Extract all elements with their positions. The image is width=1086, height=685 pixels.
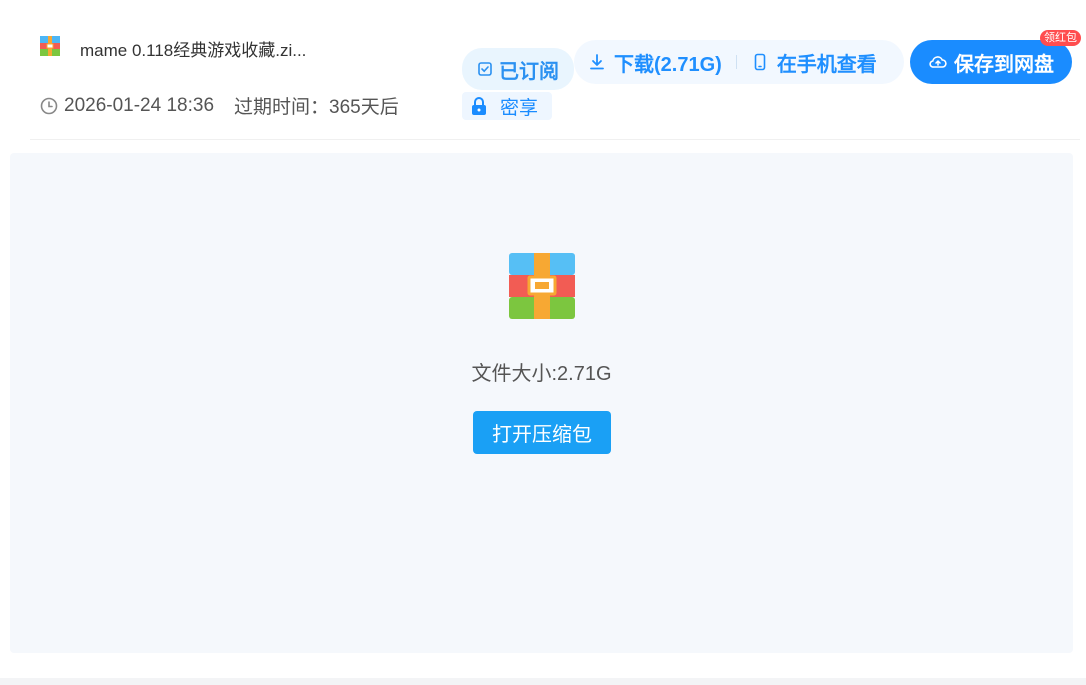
phone-view-button[interactable]: 在手机查看 [751,48,877,77]
subscribed-label: 已订阅 [499,60,559,83]
timestamp-group: 2026-01-24 18:36 [40,95,214,117]
meta-row: 2026-01-24 18:36 过期时间：365天后 [40,92,399,119]
red-packet-badge[interactable]: 领红包 [1040,30,1081,46]
lock-label: 密享 [500,97,539,119]
preview-panel: 文件大小:2.71G 打开压缩包 [10,153,1073,653]
lock-icon [472,97,486,115]
save-to-drive-button[interactable]: 保存到网盘 [910,40,1072,84]
save-label: 保存到网盘 [954,53,1054,76]
bookmark-check-icon [478,62,492,76]
file-name: mame 0.118经典游戏收藏.zi... [80,41,307,60]
private-share-tag: 密享 [462,92,552,120]
cloud-upload-icon [929,56,947,68]
footer-strip [0,678,1086,685]
zip-archive-icon [40,36,60,56]
phone-view-label: 在手机查看 [776,53,877,76]
file-size: 文件大小:2.71G [471,363,612,385]
download-icon [590,54,604,70]
open-archive-button[interactable]: 打开压缩包 [473,411,611,454]
separator [735,55,737,69]
download-button[interactable]: 下载(2.71G) [588,48,722,77]
action-group: 下载(2.71G) 在手机查看 [574,40,904,84]
share-page: mame 0.118经典游戏收藏.zi... 2026-01-24 18:36 … [0,0,1086,685]
clock-icon [40,97,58,114]
zip-archive-large-icon [509,253,575,319]
divider [30,139,1080,140]
expiry-text: 过期时间：365天后 [234,97,399,118]
download-label: 下载(2.71G) [614,53,722,76]
timestamp: 2026-01-24 18:36 [64,94,215,116]
subscribed-button[interactable]: 已订阅 [462,48,574,90]
phone-icon [754,53,766,71]
